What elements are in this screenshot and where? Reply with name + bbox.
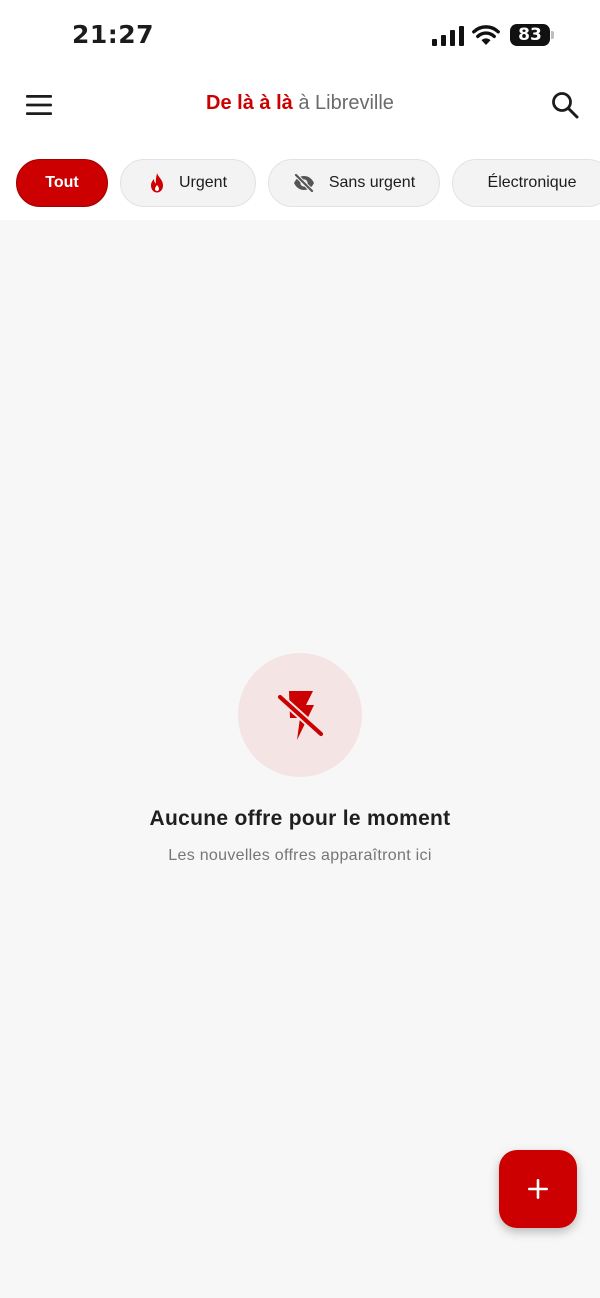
flame-icon: [150, 173, 163, 193]
signal-icon: [432, 26, 464, 46]
app-title: De là à là à Libreville: [0, 92, 600, 115]
filter-chip-label: Tout: [45, 174, 79, 191]
filter-chip-urgent[interactable]: Urgent: [120, 159, 256, 207]
wifi-icon: [472, 25, 500, 45]
battery-icon: 83: [510, 24, 550, 46]
empty-state-subtitle: Les nouvelles offres apparaîtront ici: [168, 847, 432, 864]
flash-off-icon: [277, 691, 324, 740]
filter-chip-label: Électronique: [487, 174, 577, 191]
status-bar: 21:27 83: [0, 0, 600, 72]
filter-chip-label: Sans urgent: [328, 174, 416, 191]
add-offer-button[interactable]: [499, 1150, 577, 1228]
filter-chip-tout[interactable]: Tout: [16, 159, 108, 207]
brand-name: De là à là: [206, 92, 293, 114]
battery-tip: [551, 31, 554, 39]
plus-icon: [528, 1179, 548, 1199]
empty-state-title: Aucune offre pour le moment: [149, 807, 451, 830]
city-label: à Libreville: [298, 92, 394, 114]
filter-chip-label: Urgent: [178, 174, 228, 191]
status-time: 21:27: [72, 20, 155, 49]
battery-level: 83: [518, 25, 542, 45]
filter-chip-electronique[interactable]: Électronique: [452, 159, 600, 207]
empty-state-badge: [238, 653, 362, 777]
eye-off-icon: [293, 174, 314, 192]
search-icon[interactable]: [550, 90, 580, 120]
filter-chips: Tout Urgent Sans urgent Électronique: [16, 159, 600, 207]
top-bar: 21:27 83 De là à là à Libreville Tout Ur…: [0, 0, 600, 220]
filter-chip-sans-urgent[interactable]: Sans urgent: [268, 159, 440, 207]
